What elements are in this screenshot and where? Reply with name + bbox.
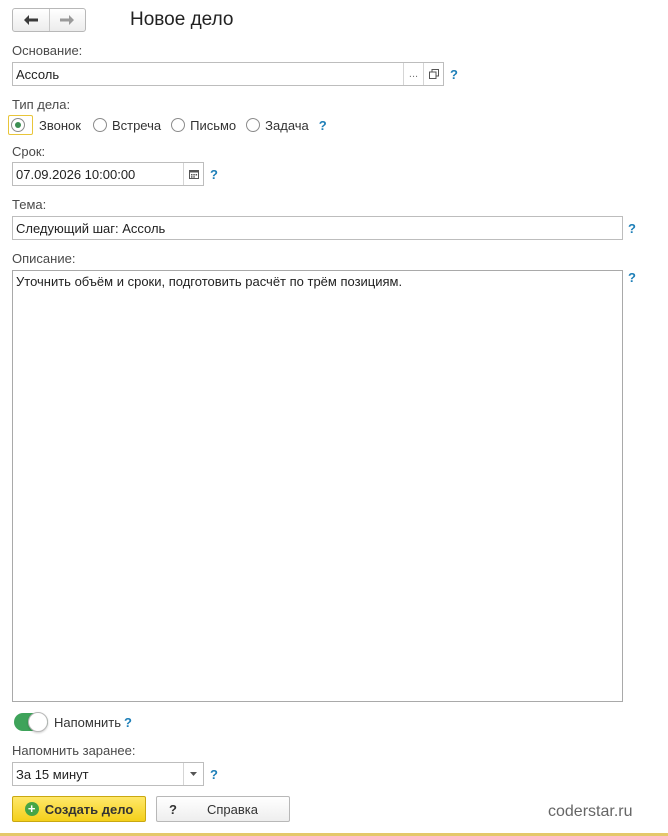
- create-task-label: Создать дело: [44, 801, 134, 817]
- deadline-label: Срок:: [12, 144, 46, 159]
- arrow-left-icon: [23, 15, 38, 25]
- toggle-knob: [28, 712, 48, 732]
- remind-before-label: Напомнить заранее:: [12, 743, 136, 758]
- arrow-right-icon: [60, 15, 75, 25]
- subject-help-icon[interactable]: ?: [628, 221, 636, 236]
- type-help-icon[interactable]: ?: [319, 118, 327, 133]
- remind-label: Напомнить: [54, 715, 121, 730]
- create-task-button[interactable]: + Создать дело: [12, 796, 146, 822]
- type-option-task-label: Задача: [265, 117, 309, 133]
- page-title: Новое дело: [130, 9, 234, 30]
- type-option-call[interactable]: [8, 115, 33, 135]
- back-button[interactable]: [13, 9, 49, 31]
- type-option-meeting-label: Встреча: [111, 117, 162, 133]
- basis-value: Ассоль: [16, 66, 60, 82]
- chevron-down-icon: [190, 772, 197, 776]
- calendar-button[interactable]: [183, 163, 203, 185]
- help-button[interactable]: ? Справка: [156, 796, 290, 822]
- radio-button: [246, 118, 261, 132]
- deadline-field[interactable]: 07.09.2026 10:00:00: [12, 162, 204, 186]
- description-help-icon[interactable]: ?: [628, 270, 636, 285]
- remind-before-help-icon[interactable]: ?: [210, 767, 218, 782]
- watermark: coderstar.ru: [548, 803, 633, 820]
- calendar-icon: [188, 170, 199, 179]
- open-window-icon: [428, 69, 439, 79]
- radio-button: [92, 118, 107, 132]
- description-label: Описание:: [12, 251, 76, 266]
- basis-label: Основание:: [12, 43, 83, 58]
- radio-button-selected: [11, 118, 25, 132]
- radio-button: [171, 118, 186, 132]
- type-option-letter[interactable]: Письмо: [171, 118, 236, 133]
- type-option-letter-label: Письмо: [190, 117, 237, 133]
- remind-before-select[interactable]: За 15 минут: [12, 762, 204, 786]
- remind-before-value: За 15 минут: [16, 766, 89, 782]
- type-label: Тип дела:: [12, 97, 71, 112]
- basis-field[interactable]: Ассоль ...: [12, 62, 444, 86]
- type-radio-group: Звонок Встреча Письмо Задача ?: [8, 115, 327, 135]
- deadline-value: 07.09.2026 10:00:00: [16, 166, 136, 182]
- basis-help-icon[interactable]: ?: [450, 67, 458, 82]
- type-option-task[interactable]: Задача: [246, 118, 309, 133]
- description-textarea[interactable]: Уточнить объём и сроки, подготовить расч…: [12, 270, 623, 702]
- forward-button[interactable]: [48, 9, 86, 31]
- subject-value: Следующий шаг: Ассоль: [16, 220, 166, 236]
- type-option-call-label[interactable]: Звонок: [39, 118, 81, 133]
- subject-input[interactable]: Следующий шаг: Ассоль: [12, 216, 623, 240]
- type-option-meeting[interactable]: Встреча: [92, 117, 162, 133]
- question-icon: ?: [169, 801, 177, 817]
- plus-icon: +: [24, 802, 39, 816]
- basis-select-button[interactable]: ...: [403, 63, 423, 85]
- navigation-buttons: [12, 8, 86, 32]
- basis-open-button[interactable]: [423, 63, 443, 85]
- deadline-help-icon[interactable]: ?: [210, 167, 218, 182]
- dropdown-button[interactable]: [183, 763, 203, 785]
- remind-help-icon[interactable]: ?: [124, 715, 132, 730]
- subject-label: Тема:: [12, 197, 47, 212]
- help-label: Справка: [206, 801, 258, 817]
- description-value: Уточнить объём и сроки, подготовить расч…: [16, 274, 403, 289]
- remind-toggle[interactable]: [14, 712, 48, 732]
